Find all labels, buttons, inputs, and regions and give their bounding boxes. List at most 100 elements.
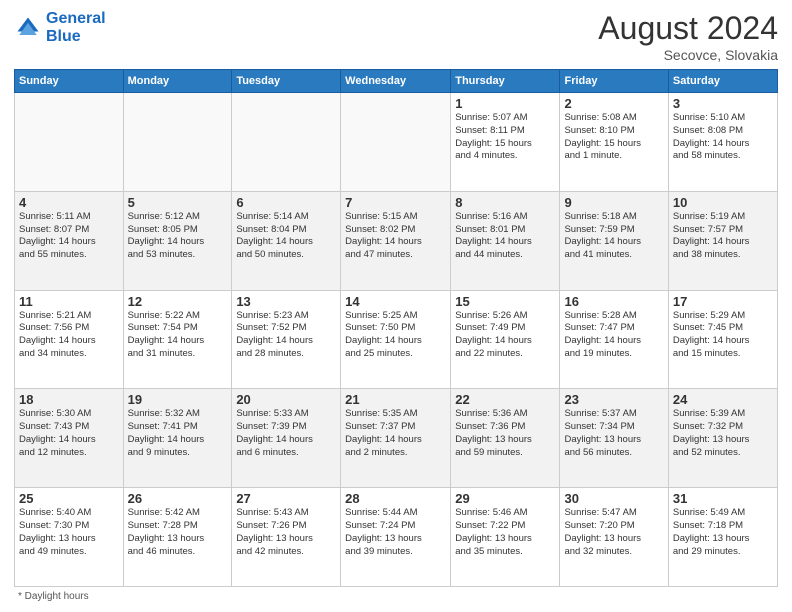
calendar-cell: 22Sunrise: 5:36 AM Sunset: 7:36 PM Dayli…: [451, 389, 560, 488]
day-info: Sunrise: 5:23 AM Sunset: 7:52 PM Dayligh…: [236, 310, 336, 361]
day-number: 20: [236, 392, 336, 407]
day-number: 14: [345, 294, 446, 309]
logo: General Blue: [14, 10, 106, 45]
daylight-note: * Daylight hours: [18, 591, 89, 602]
day-info: Sunrise: 5:12 AM Sunset: 8:05 PM Dayligh…: [128, 211, 228, 262]
calendar-cell: 12Sunrise: 5:22 AM Sunset: 7:54 PM Dayli…: [123, 290, 232, 389]
day-number: 12: [128, 294, 228, 309]
calendar-cell: 4Sunrise: 5:11 AM Sunset: 8:07 PM Daylig…: [15, 191, 124, 290]
day-number: 3: [673, 96, 773, 111]
day-number: 5: [128, 195, 228, 210]
calendar-cell: [15, 93, 124, 192]
title-block: August 2024 Secovce, Slovakia: [598, 10, 778, 63]
calendar-cell: 23Sunrise: 5:37 AM Sunset: 7:34 PM Dayli…: [560, 389, 668, 488]
calendar-cell: [123, 93, 232, 192]
day-info: Sunrise: 5:18 AM Sunset: 7:59 PM Dayligh…: [564, 211, 663, 262]
calendar-cell: 3Sunrise: 5:10 AM Sunset: 8:08 PM Daylig…: [668, 93, 777, 192]
day-info: Sunrise: 5:40 AM Sunset: 7:30 PM Dayligh…: [19, 507, 119, 558]
day-header-friday: Friday: [560, 70, 668, 93]
day-header-saturday: Saturday: [668, 70, 777, 93]
day-number: 13: [236, 294, 336, 309]
logo-text: General Blue: [46, 10, 106, 45]
calendar-cell: 24Sunrise: 5:39 AM Sunset: 7:32 PM Dayli…: [668, 389, 777, 488]
day-info: Sunrise: 5:07 AM Sunset: 8:11 PM Dayligh…: [455, 112, 555, 163]
calendar-body: 1Sunrise: 5:07 AM Sunset: 8:11 PM Daylig…: [15, 93, 778, 587]
day-number: 4: [19, 195, 119, 210]
day-info: Sunrise: 5:14 AM Sunset: 8:04 PM Dayligh…: [236, 211, 336, 262]
day-number: 17: [673, 294, 773, 309]
calendar-cell: 25Sunrise: 5:40 AM Sunset: 7:30 PM Dayli…: [15, 488, 124, 587]
day-number: 6: [236, 195, 336, 210]
day-number: 15: [455, 294, 555, 309]
day-number: 30: [564, 491, 663, 506]
day-header-sunday: Sunday: [15, 70, 124, 93]
calendar-cell: [232, 93, 341, 192]
calendar-cell: [341, 93, 451, 192]
day-number: 9: [564, 195, 663, 210]
logo-general: General: [46, 10, 106, 27]
calendar-cell: 30Sunrise: 5:47 AM Sunset: 7:20 PM Dayli…: [560, 488, 668, 587]
week-row: 18Sunrise: 5:30 AM Sunset: 7:43 PM Dayli…: [15, 389, 778, 488]
day-headers-row: SundayMondayTuesdayWednesdayThursdayFrid…: [15, 70, 778, 93]
day-info: Sunrise: 5:10 AM Sunset: 8:08 PM Dayligh…: [673, 112, 773, 163]
calendar-cell: 7Sunrise: 5:15 AM Sunset: 8:02 PM Daylig…: [341, 191, 451, 290]
day-info: Sunrise: 5:15 AM Sunset: 8:02 PM Dayligh…: [345, 211, 446, 262]
week-row: 4Sunrise: 5:11 AM Sunset: 8:07 PM Daylig…: [15, 191, 778, 290]
day-info: Sunrise: 5:32 AM Sunset: 7:41 PM Dayligh…: [128, 408, 228, 459]
day-info: Sunrise: 5:46 AM Sunset: 7:22 PM Dayligh…: [455, 507, 555, 558]
calendar: SundayMondayTuesdayWednesdayThursdayFrid…: [14, 69, 778, 587]
day-info: Sunrise: 5:37 AM Sunset: 7:34 PM Dayligh…: [564, 408, 663, 459]
day-header-wednesday: Wednesday: [341, 70, 451, 93]
calendar-cell: 9Sunrise: 5:18 AM Sunset: 7:59 PM Daylig…: [560, 191, 668, 290]
day-info: Sunrise: 5:39 AM Sunset: 7:32 PM Dayligh…: [673, 408, 773, 459]
day-info: Sunrise: 5:43 AM Sunset: 7:26 PM Dayligh…: [236, 507, 336, 558]
calendar-cell: 28Sunrise: 5:44 AM Sunset: 7:24 PM Dayli…: [341, 488, 451, 587]
day-info: Sunrise: 5:26 AM Sunset: 7:49 PM Dayligh…: [455, 310, 555, 361]
calendar-cell: 17Sunrise: 5:29 AM Sunset: 7:45 PM Dayli…: [668, 290, 777, 389]
calendar-cell: 20Sunrise: 5:33 AM Sunset: 7:39 PM Dayli…: [232, 389, 341, 488]
day-info: Sunrise: 5:33 AM Sunset: 7:39 PM Dayligh…: [236, 408, 336, 459]
day-number: 31: [673, 491, 773, 506]
day-info: Sunrise: 5:36 AM Sunset: 7:36 PM Dayligh…: [455, 408, 555, 459]
day-info: Sunrise: 5:19 AM Sunset: 7:57 PM Dayligh…: [673, 211, 773, 262]
location: Secovce, Slovakia: [598, 47, 778, 63]
day-info: Sunrise: 5:28 AM Sunset: 7:47 PM Dayligh…: [564, 310, 663, 361]
day-number: 8: [455, 195, 555, 210]
header: General Blue August 2024 Secovce, Slovak…: [14, 10, 778, 63]
day-number: 2: [564, 96, 663, 111]
calendar-cell: 15Sunrise: 5:26 AM Sunset: 7:49 PM Dayli…: [451, 290, 560, 389]
calendar-cell: 8Sunrise: 5:16 AM Sunset: 8:01 PM Daylig…: [451, 191, 560, 290]
footer-note: * Daylight hours: [14, 591, 778, 602]
week-row: 11Sunrise: 5:21 AM Sunset: 7:56 PM Dayli…: [15, 290, 778, 389]
day-number: 18: [19, 392, 119, 407]
day-info: Sunrise: 5:35 AM Sunset: 7:37 PM Dayligh…: [345, 408, 446, 459]
calendar-cell: 2Sunrise: 5:08 AM Sunset: 8:10 PM Daylig…: [560, 93, 668, 192]
week-row: 25Sunrise: 5:40 AM Sunset: 7:30 PM Dayli…: [15, 488, 778, 587]
page: General Blue August 2024 Secovce, Slovak…: [0, 0, 792, 612]
day-number: 1: [455, 96, 555, 111]
calendar-cell: 19Sunrise: 5:32 AM Sunset: 7:41 PM Dayli…: [123, 389, 232, 488]
day-info: Sunrise: 5:49 AM Sunset: 7:18 PM Dayligh…: [673, 507, 773, 558]
day-number: 24: [673, 392, 773, 407]
calendar-cell: 18Sunrise: 5:30 AM Sunset: 7:43 PM Dayli…: [15, 389, 124, 488]
day-number: 26: [128, 491, 228, 506]
day-info: Sunrise: 5:21 AM Sunset: 7:56 PM Dayligh…: [19, 310, 119, 361]
day-info: Sunrise: 5:29 AM Sunset: 7:45 PM Dayligh…: [673, 310, 773, 361]
day-info: Sunrise: 5:30 AM Sunset: 7:43 PM Dayligh…: [19, 408, 119, 459]
day-info: Sunrise: 5:08 AM Sunset: 8:10 PM Dayligh…: [564, 112, 663, 163]
day-number: 29: [455, 491, 555, 506]
calendar-cell: 13Sunrise: 5:23 AM Sunset: 7:52 PM Dayli…: [232, 290, 341, 389]
calendar-cell: 31Sunrise: 5:49 AM Sunset: 7:18 PM Dayli…: [668, 488, 777, 587]
day-info: Sunrise: 5:16 AM Sunset: 8:01 PM Dayligh…: [455, 211, 555, 262]
calendar-cell: 27Sunrise: 5:43 AM Sunset: 7:26 PM Dayli…: [232, 488, 341, 587]
day-number: 27: [236, 491, 336, 506]
day-header-tuesday: Tuesday: [232, 70, 341, 93]
day-number: 19: [128, 392, 228, 407]
day-info: Sunrise: 5:42 AM Sunset: 7:28 PM Dayligh…: [128, 507, 228, 558]
calendar-cell: 1Sunrise: 5:07 AM Sunset: 8:11 PM Daylig…: [451, 93, 560, 192]
day-number: 21: [345, 392, 446, 407]
calendar-header: SundayMondayTuesdayWednesdayThursdayFrid…: [15, 70, 778, 93]
month-year: August 2024: [598, 10, 778, 47]
day-number: 10: [673, 195, 773, 210]
day-info: Sunrise: 5:11 AM Sunset: 8:07 PM Dayligh…: [19, 211, 119, 262]
